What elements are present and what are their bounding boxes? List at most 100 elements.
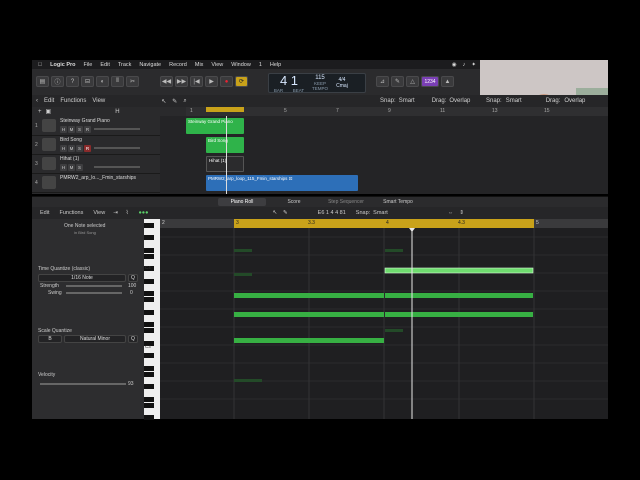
drag-select[interactable]: Overlap <box>564 98 585 104</box>
mute-button[interactable]: M <box>68 126 75 133</box>
menu-view[interactable]: View <box>211 62 223 68</box>
folder-icon[interactable]: ▣ <box>46 108 52 115</box>
zoom-vertical-icon[interactable]: ⇕ <box>459 210 464 216</box>
black-key[interactable] <box>144 235 154 241</box>
velocity-slider[interactable] <box>40 383 126 385</box>
region-bird-song[interactable]: Bird Song <box>206 137 244 153</box>
black-key[interactable] <box>144 396 154 402</box>
pr-pointer-tool-icon[interactable]: ↖ <box>272 210 277 216</box>
inspector-button[interactable]: ⓘ <box>51 76 64 87</box>
track-row[interactable]: 2 Bird Song H M S R <box>32 135 160 155</box>
pr-snap-select[interactable]: Smart <box>373 210 388 216</box>
track-name[interactable]: Hihat (1) <box>60 156 79 162</box>
scale-type-select[interactable]: Natural Minor <box>64 335 126 343</box>
record-enable-button[interactable]: R <box>84 126 91 133</box>
pr-edit-menu[interactable]: Edit <box>40 210 49 216</box>
mute-button[interactable]: M <box>68 145 75 152</box>
metronome-button[interactable]: △ <box>406 76 419 87</box>
track-row[interactable]: 4 PMRW2_arp_lo..._Fmin_starships <box>32 173 160 193</box>
tracks-functions-menu[interactable]: Functions <box>60 98 86 104</box>
black-key[interactable] <box>144 247 154 253</box>
cpu-badge[interactable]: 1234 <box>421 76 439 87</box>
cycle-region[interactable] <box>206 107 244 112</box>
cycle-button[interactable]: ⟳ <box>235 76 248 87</box>
status-icon-3[interactable]: ✦ <box>471 62 476 68</box>
record-button[interactable]: ● <box>220 76 233 87</box>
track-name[interactable]: Steinway Grand Piano <box>60 118 110 124</box>
black-key[interactable] <box>144 322 154 328</box>
tab-smart-tempo[interactable]: Smart Tempo <box>374 198 422 206</box>
solo-button[interactable]: S <box>76 164 83 171</box>
menu-edit[interactable]: Edit <box>100 62 109 68</box>
record-enable-button[interactable]: R <box>84 145 91 152</box>
status-icon-2[interactable]: ♪ <box>463 62 466 68</box>
region-hihat[interactable]: Hihat (1) <box>206 156 244 172</box>
pr-pencil-tool-icon[interactable]: ✎ <box>283 210 288 216</box>
region-piano[interactable]: Steinway Grand Piano <box>186 118 244 134</box>
time-quantize-select[interactable]: 1/16 Note <box>38 274 126 282</box>
count-in-button[interactable]: ✎ <box>391 76 404 87</box>
tab-step-sequencer[interactable]: Step Sequencer <box>322 198 370 206</box>
hide-button[interactable]: H <box>60 164 67 171</box>
volume-fader[interactable] <box>94 166 140 168</box>
black-key[interactable] <box>144 353 154 359</box>
black-key[interactable] <box>144 365 154 371</box>
black-key[interactable] <box>144 278 154 284</box>
toolbar-button[interactable]: ⊟ <box>81 76 94 87</box>
hide-button[interactable]: H <box>60 126 67 133</box>
tracks-view-menu[interactable]: View <box>92 98 105 104</box>
forward-button[interactable]: ▶▶ <box>175 76 188 87</box>
region-audio-loop[interactable]: PMRW2_arp_loop_115_Fmin_starships ⊡ <box>206 175 358 191</box>
menu-navigate[interactable]: Navigate <box>139 62 161 68</box>
track-name[interactable]: PMRW2_arp_lo..._Fmin_starships <box>60 175 136 181</box>
mixer-button[interactable]: ⫴ <box>111 76 124 87</box>
track-row[interactable]: 3 Hihat (1) H M S <box>32 154 160 174</box>
solo-button[interactable]: S <box>76 126 83 133</box>
volume-fader[interactable] <box>94 128 140 130</box>
menu-1[interactable]: 1 <box>259 62 262 68</box>
mute-button[interactable]: M <box>68 164 75 171</box>
play-button[interactable]: ▶ <box>205 76 218 87</box>
menu-record[interactable]: Record <box>169 62 187 68</box>
scale-key-select[interactable]: B <box>38 335 62 343</box>
scale-quantize-button[interactable]: Q <box>128 335 138 343</box>
black-key[interactable] <box>144 223 154 228</box>
black-key[interactable] <box>144 402 154 408</box>
black-key[interactable] <box>144 328 154 334</box>
smart-controls-button[interactable]: ◐ <box>96 76 109 87</box>
piano-roll-grid[interactable] <box>160 219 608 419</box>
swing-slider[interactable] <box>66 292 122 294</box>
hide-button[interactable]: H <box>60 145 67 152</box>
black-key[interactable] <box>144 291 154 297</box>
black-key[interactable] <box>144 254 154 259</box>
catch-icon[interactable]: ⇥ <box>113 210 118 216</box>
midi-in-icon[interactable]: ⌇ <box>126 210 129 216</box>
apple-menu-icon[interactable]:  <box>38 62 42 68</box>
black-key[interactable] <box>144 371 154 377</box>
chevron-left-icon[interactable]: ‹ <box>36 98 38 104</box>
master-volume-icon[interactable]: ▲ <box>441 76 454 87</box>
menu-file[interactable]: File <box>84 62 93 68</box>
menu-help[interactable]: Help <box>270 62 281 68</box>
piano-roll-notes[interactable] <box>160 219 608 419</box>
tuner-button[interactable]: ⊿ <box>376 76 389 87</box>
quick-help-button[interactable]: ? <box>66 76 79 87</box>
midi-draw-icon[interactable]: ●●● <box>138 210 148 216</box>
go-to-start-button[interactable]: |◀ <box>190 76 203 87</box>
black-key[interactable] <box>144 297 154 303</box>
menu-window[interactable]: Window <box>231 62 251 68</box>
add-track-icon[interactable]: + <box>38 109 42 115</box>
piano-keyboard[interactable] <box>144 219 160 421</box>
playhead[interactable] <box>226 116 227 194</box>
menu-mix[interactable]: Mix <box>195 62 204 68</box>
status-icon-1[interactable]: ◉ <box>452 62 457 68</box>
strength-slider[interactable] <box>66 285 122 287</box>
snap-select[interactable]: Smart <box>399 98 415 104</box>
volume-fader[interactable] <box>94 147 140 149</box>
menu-app-name[interactable]: Logic Pro <box>50 62 75 68</box>
track-row[interactable]: 1 Steinway Grand Piano H M S R <box>32 116 160 136</box>
tracks-edit-menu[interactable]: Edit <box>44 98 54 104</box>
time-quantize-button[interactable]: Q <box>128 274 138 282</box>
black-key[interactable] <box>144 384 154 390</box>
track-name[interactable]: Bird Song <box>60 137 82 143</box>
